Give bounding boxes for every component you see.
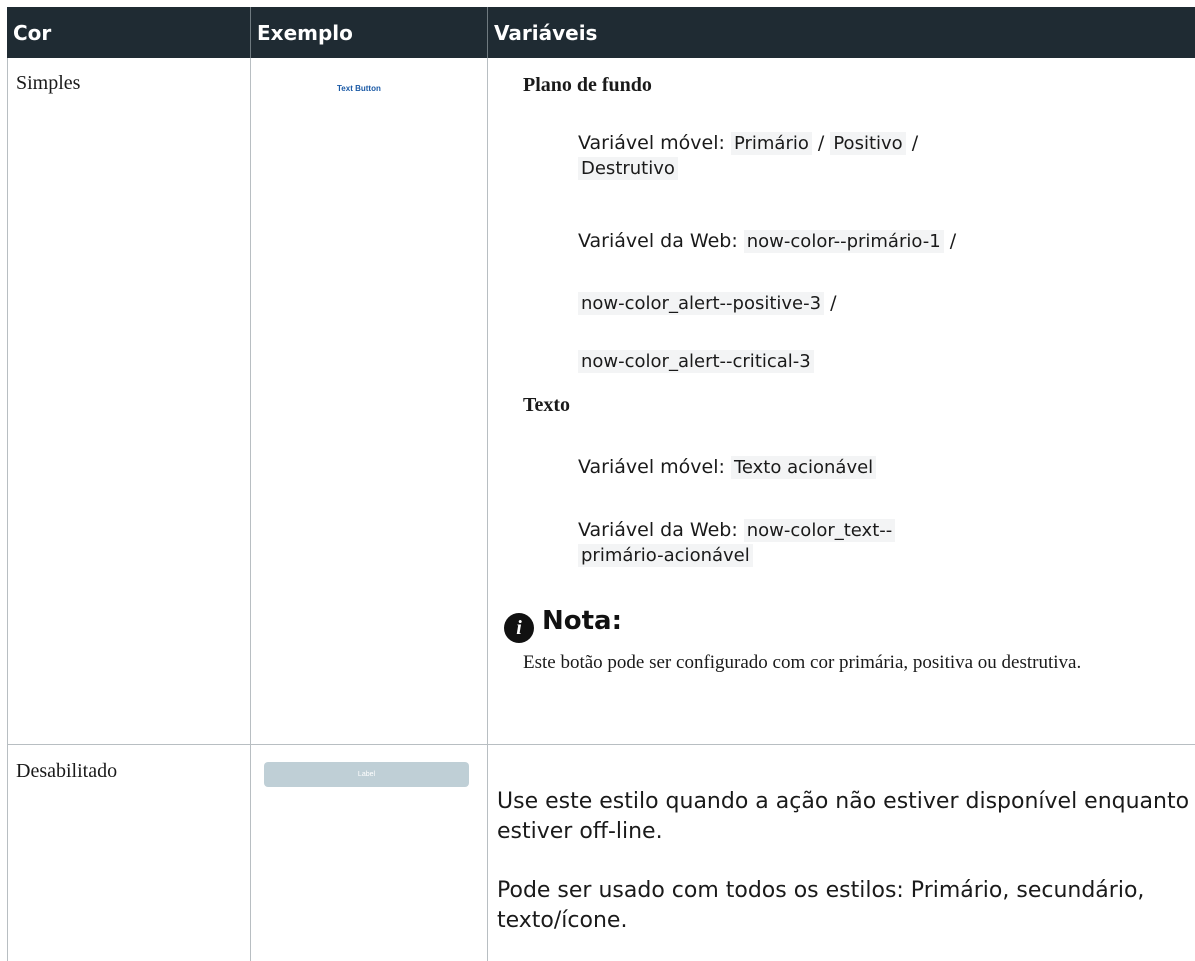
text-button-example[interactable]: Text Button (337, 84, 381, 93)
grid-line (250, 58, 251, 961)
note-body: Este botão pode ser configurado com cor … (523, 652, 1082, 673)
web-critical: now-color_alert--critical-3 (578, 350, 814, 373)
background-mobile-variable: Variável móvel: Primário / Positivo / De… (578, 131, 1138, 181)
web-prefix: Variável da Web: (578, 230, 744, 252)
web-text-value-1: now-color_text-- (743, 519, 896, 542)
background-web-variable: Variável da Web: now-color--primário-1 / (578, 229, 956, 254)
info-icon: i (504, 613, 534, 643)
separator: / (943, 230, 957, 252)
background-heading: Plano de fundo (523, 74, 652, 96)
mobile-primary: Primário (730, 132, 812, 155)
mobile-prefix: Variável móvel: (578, 456, 731, 478)
mobile-text-value: Texto acionável (730, 456, 877, 479)
grid-line (7, 58, 8, 961)
note-title: Nota: (542, 606, 622, 636)
disabled-paragraph-2: Pode ser usado com todos os estilos: Pri… (497, 878, 1145, 933)
separator: / (905, 132, 919, 154)
background-web-critical-line: now-color_alert--critical-3 (578, 349, 814, 374)
separator: / (811, 132, 831, 154)
background-web-positive-line: now-color_alert--positive-3 / (578, 291, 837, 316)
mobile-positive: Positivo (830, 132, 906, 155)
grid-line (487, 58, 488, 961)
mobile-prefix: Variável móvel: (578, 132, 731, 154)
mobile-destructive: Destrutivo (578, 157, 678, 180)
web-text-value-2: primário-acionável (578, 544, 753, 567)
disabled-button-example: Label (264, 762, 469, 787)
row-label-desabilitado: Desabilitado (16, 760, 118, 782)
row-divider (7, 744, 1195, 745)
text-web-variable: Variável da Web: now-color_text-- primár… (578, 518, 896, 568)
row-label-simples: Simples (16, 72, 81, 94)
disabled-button-label: Label (357, 771, 376, 778)
table-header: Cor Exemplo Variáveis (7, 7, 1195, 58)
text-heading: Texto (523, 394, 571, 416)
header-variaveis: Variáveis (494, 20, 598, 45)
text-mobile-variable: Variável móvel: Texto acionável (578, 455, 877, 480)
web-primary: now-color--primário-1 (743, 230, 944, 253)
header-cor: Cor (13, 20, 52, 45)
header-exemplo: Exemplo (257, 20, 353, 45)
disabled-paragraph-1: Use este estilo quando a ação não estive… (497, 789, 1190, 844)
web-positive: now-color_alert--positive-3 (578, 292, 825, 315)
web-prefix: Variável da Web: (578, 519, 744, 541)
separator: / (824, 292, 837, 314)
